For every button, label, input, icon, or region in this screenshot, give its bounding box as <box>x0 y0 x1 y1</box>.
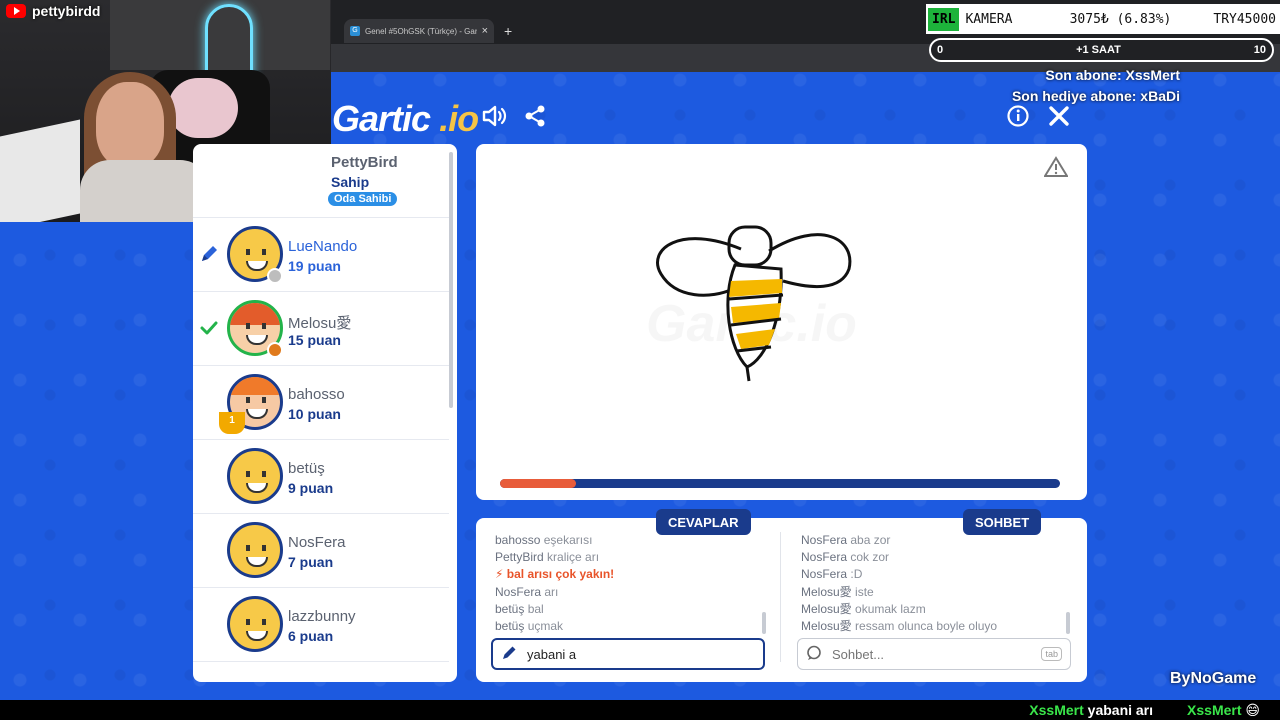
chat-input-box[interactable]: tab <box>797 638 1071 670</box>
player-name: PettyBird <box>331 154 398 171</box>
chat-panel: CEVAPLAR SOHBET bahosso eşekarısı PettyB… <box>476 509 1087 682</box>
ticker-item: XssMert 😄 <box>1187 701 1260 718</box>
player-row-bahosso[interactable]: 1 bahosso 10 puan <box>193 366 449 440</box>
avatar <box>227 596 283 652</box>
player-row-lazzbunny[interactable]: lazzbunny 6 puan <box>193 588 449 662</box>
logo-suffix: .io <box>439 98 479 139</box>
chat-scrollbar[interactable] <box>1066 612 1070 634</box>
round-timer <box>500 479 1060 488</box>
chat-bubble-icon <box>806 645 822 664</box>
round-timer-fill <box>500 479 576 488</box>
sponsor-logo: ByNoGame <box>1170 670 1257 687</box>
status-dot-icon <box>267 342 283 358</box>
answer-message: bahosso eşekarısı <box>495 533 593 547</box>
answers-scrollbar[interactable] <box>762 612 766 634</box>
speaker-icon[interactable] <box>480 102 508 130</box>
pencil-icon <box>501 645 517 664</box>
drawing-canvas[interactable]: Gartic.io <box>476 144 1087 500</box>
answer-message: PettyBird kraliçe arı <box>495 550 600 565</box>
donation-goal-bar: IRL KAMERA 3075₺ (6.83%) TRY45000 <box>926 4 1280 34</box>
chat-message: NosFera :D <box>801 567 863 582</box>
player-name: LueNando <box>288 238 358 255</box>
last-subscriber: Son abone: XssMert <box>1045 67 1180 83</box>
chat-list: NosFera aba zor NosFera cok zor NosFera … <box>801 532 1071 635</box>
player-score: 7 puan <box>288 554 334 570</box>
chat-message: Melosu愛 iste <box>801 584 874 599</box>
browser-tabstrip: G Genel #5OhGSK (Türkçe) - Gartic × + <box>330 18 512 44</box>
keyboard <box>0 119 80 222</box>
bee-drawing <box>656 225 852 382</box>
share-icon[interactable] <box>522 102 548 130</box>
ticker-item: XssMert yabani arı <box>1029 702 1154 718</box>
avatar <box>227 448 283 504</box>
new-tab-button[interactable]: + <box>504 23 512 39</box>
subathon-progress: 0 +1 SAAT 10 <box>929 38 1274 62</box>
chat-message: NosFera cok zor <box>801 550 890 565</box>
progress-max: 10 <box>1253 44 1266 56</box>
info-icon[interactable] <box>1006 104 1030 128</box>
chat-message: NosFera aba zor <box>801 533 891 547</box>
avatar <box>227 522 283 578</box>
player-score: 10 puan <box>288 406 341 422</box>
browser-tab-active[interactable]: G Genel #5OhGSK (Türkçe) - Gartic × <box>344 19 494 43</box>
donation-amount: 3075₺ (6.83%) <box>1069 11 1172 27</box>
chat-message: Melosu愛 ressam olunca boyle oluyo <box>801 619 998 634</box>
close-icon[interactable] <box>1046 103 1072 129</box>
checkmark-icon <box>199 318 219 343</box>
trophy-icon: 1 <box>219 412 245 434</box>
answer-message: betüş uçmak <box>495 619 564 634</box>
player-name: NosFera <box>288 534 346 551</box>
streamer-face <box>96 82 164 168</box>
plush-toy <box>168 78 238 138</box>
answers-list: bahosso eşekarısı PettyBird kraliçe arı … <box>495 532 765 635</box>
progress-label: +1 SAAT <box>1076 44 1121 56</box>
player-name: lazzbunny <box>288 608 356 625</box>
pencil-drawing-icon <box>199 244 219 269</box>
answer-close-hint: ⚡ bal arısı çok yakın! <box>495 567 615 582</box>
panel-divider <box>780 532 781 662</box>
report-warning-icon[interactable] <box>1043 156 1069 184</box>
streamer-body <box>80 160 210 222</box>
lightning-icon: ⚡ <box>495 567 504 582</box>
player-row-luenando[interactable]: LueNando 19 puan <box>193 218 449 292</box>
player-row-melosu[interactable]: Melosu愛 15 puan <box>193 292 449 366</box>
gartic-logo[interactable]: Gartic .io <box>332 98 479 140</box>
irl-badge: IRL <box>928 7 960 31</box>
player-name: bahosso <box>288 386 345 403</box>
player-score: 19 puan <box>288 258 341 274</box>
chat-message: Melosu愛 okumak lazm <box>801 601 926 616</box>
answer-message: NosFera arı <box>495 584 559 599</box>
status-dot-icon <box>267 268 283 284</box>
player-score: Sahip <box>331 174 370 190</box>
tab-close-icon[interactable]: × <box>482 25 488 37</box>
player-row-betus[interactable]: betüş 9 puan <box>193 440 449 514</box>
player-row-nosfera[interactable]: NosFera 7 puan <box>193 514 449 588</box>
answer-message: betüş bal <box>495 601 544 616</box>
player-list[interactable]: PettyBird Sahip Oda Sahibi LueNando 19 p… <box>193 144 457 682</box>
progress-min: 0 <box>937 44 944 56</box>
player-score: 6 puan <box>288 628 334 644</box>
answer-input-box[interactable] <box>491 638 765 670</box>
tab-title: Genel #5OhGSK (Türkçe) - Gartic <box>365 26 477 36</box>
camera-label: KAMERA <box>965 11 1013 27</box>
player-name: betüş <box>288 460 325 477</box>
player-score: 15 puan <box>288 332 341 348</box>
donation-goal: TRY45000 <box>1213 11 1276 27</box>
player-row-owner[interactable]: PettyBird Sahip Oda Sahibi <box>193 144 449 218</box>
player-list-scrollbar[interactable] <box>449 152 453 408</box>
player-score: 9 puan <box>288 480 334 496</box>
room-owner-badge: Oda Sahibi <box>328 192 398 206</box>
channel-name: pettybirdd <box>32 3 101 19</box>
youtube-icon <box>6 4 26 18</box>
chat-input[interactable] <box>832 646 1032 662</box>
last-gift-subscriber: Son hediye abone: xBaDi <box>1011 88 1180 104</box>
answer-input[interactable] <box>527 646 755 662</box>
tab-key-hint: tab <box>1041 647 1062 661</box>
player-name: Melosu愛 <box>288 315 352 332</box>
channel-label: pettybirdd <box>6 3 100 19</box>
chat-ticker: XssMert yabani arı XssMert 😄 <box>0 700 1280 720</box>
gartic-favicon-icon: G <box>350 26 360 36</box>
